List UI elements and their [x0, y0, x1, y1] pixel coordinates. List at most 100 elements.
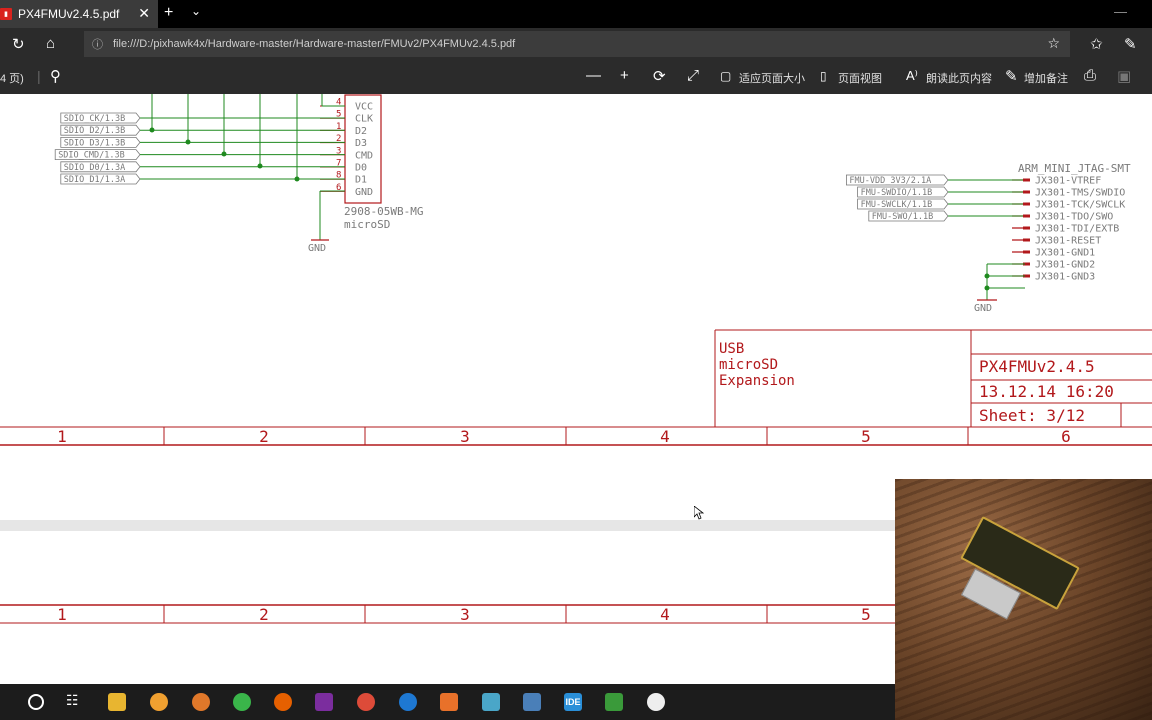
pin-name: CMD [355, 150, 373, 161]
add-notes-button[interactable]: 增加备注 [1024, 70, 1068, 86]
refresh-icon[interactable]: ↻ [12, 35, 25, 53]
signal-label: SDIO_D3/1.3B [64, 138, 125, 148]
page-view-button[interactable]: 页面视图 [838, 70, 882, 86]
ship-app-icon[interactable] [482, 693, 500, 711]
zoom-out-icon[interactable]: — [586, 67, 601, 84]
frame-top [0, 426, 1152, 446]
search-app-icon[interactable] [192, 693, 210, 711]
frame-number: 2 [259, 427, 269, 446]
pin-name: D1 [355, 175, 367, 186]
pin-name: D0 [355, 163, 367, 174]
signal-label: SDIO_D0/1.3A [64, 163, 125, 173]
project-date: 13.12.14 16:20 [979, 382, 1114, 401]
jtag-pin-name: JX301-RESET [1035, 236, 1101, 247]
frame-number: 3 [460, 427, 470, 446]
url-text: file:///D:/pixhawk4x/Hardware-master/Har… [113, 38, 516, 50]
mouse-cursor-icon [694, 506, 704, 520]
pdf-icon: ▮ [0, 8, 12, 20]
jtag-pins: JX301-VTREFJX301-TMS/SWDIOJX301-TCK/SWCL… [1012, 176, 1125, 283]
zoom-in-icon[interactable]: + [620, 67, 629, 84]
obs-icon[interactable] [647, 693, 665, 711]
frame-number: 1 [57, 427, 67, 446]
close-icon[interactable]: ✕ [138, 5, 150, 22]
frame-number: 5 [861, 605, 871, 624]
part-name: microSD [344, 218, 390, 231]
print-icon[interactable]: ⎙ [1084, 67, 1096, 84]
signal-label: SDIO_D2/1.3B [64, 126, 125, 136]
cortana-icon[interactable] [28, 694, 44, 710]
gnd-label: GND [308, 243, 326, 254]
media-player-icon[interactable] [150, 693, 168, 711]
frame-number: 6 [1061, 427, 1071, 446]
file-explorer-icon[interactable] [108, 693, 126, 711]
jtag-pin-name: JX301-TDI/EXTB [1035, 224, 1119, 235]
pen-icon[interactable]: ✎ [1124, 35, 1137, 53]
jtag-pin-name: JX301-TCK/SWCLK [1035, 200, 1125, 211]
favorite-star-icon[interactable]: ☆ [1047, 35, 1060, 52]
jtag-pin-name: JX301-TMS/SWDIO [1035, 188, 1125, 199]
edge-icon[interactable] [399, 693, 417, 711]
tab-pdf[interactable]: ▮ PX4FMUv2.4.5.pdf ✕ [0, 0, 158, 28]
address-bar-row: ↻ ⌂ ⓘ file:///D:/pixhawk4x/Hardware-mast… [0, 28, 1152, 60]
sheet-number: Sheet: 3/12 [979, 406, 1085, 425]
task-view-icon[interactable]: ☷ [66, 692, 84, 710]
home-icon[interactable]: ⌂ [46, 35, 55, 52]
sd-signal-labels: SDIO_CK/1.3B SDIO_D2/1.3B SDIO_D3/1.3B SDIO… [54, 112, 345, 185]
save-icon[interactable]: ▣ [1117, 67, 1131, 85]
jtag-pin-name: JX301-TDO/SWO [1035, 212, 1113, 223]
fullscreen-icon[interactable]: ⤢ [687, 67, 699, 84]
jtag-pin-name: JX301-GND1 [1035, 248, 1095, 259]
onenote-icon[interactable] [315, 693, 333, 711]
title-desc-2: microSD [719, 357, 778, 373]
frame-number: 3 [460, 605, 470, 624]
divider: | [37, 68, 41, 84]
info-icon[interactable]: ⓘ [92, 36, 103, 52]
minimize-button[interactable]: — [1114, 4, 1127, 19]
frame-bottom-numbers: 1 2 3 4 5 [57, 605, 871, 624]
jtag-pin-marker [1023, 202, 1030, 206]
chrome-icon[interactable] [357, 693, 375, 711]
fit-page-button[interactable]: 适应页面大小 [739, 70, 805, 86]
paint-app-icon[interactable] [605, 693, 623, 711]
app-e-icon[interactable] [440, 693, 458, 711]
frame-number: 4 [660, 427, 670, 446]
jtag-pin-marker [1023, 178, 1030, 182]
pin-name: CLK [355, 114, 373, 125]
pin-name: D2 [355, 126, 367, 137]
search-icon[interactable]: ⚲ [50, 67, 61, 85]
jtag-signal-label: FMU-SWO/1.1B [872, 212, 933, 222]
jtag-pin-marker [1023, 226, 1030, 230]
favorites-icon[interactable]: ✩ [1090, 35, 1103, 53]
frame-number: 4 [660, 605, 670, 624]
frame-top-numbers: 1 2 3 4 5 6 [57, 427, 1071, 446]
jtag-title: ARM_MINI_JTAG-SMT [1018, 162, 1131, 175]
app-window-icon[interactable] [523, 693, 541, 711]
read-aloud-icon: A⁾ [906, 68, 918, 83]
pin-name: D3 [355, 138, 367, 149]
firefox-icon[interactable] [274, 693, 292, 711]
ide-icon[interactable]: IDE [564, 693, 582, 711]
new-tab-icon[interactable]: + [164, 4, 173, 22]
signal-label: SDIO_D1/1.3A [64, 175, 125, 185]
project-name: PX4FMUv2.4.5 [979, 357, 1095, 376]
jtag-pin-name: JX301-GND2 [1035, 260, 1095, 271]
jtag-pin-marker [1023, 250, 1030, 254]
jtag-pin-name: JX301-VTREF [1035, 176, 1101, 187]
title-desc-1: USB [719, 341, 744, 357]
rotate-icon[interactable]: ⟳ [653, 67, 666, 85]
part-number: 2908-05WB-MG [344, 205, 423, 218]
jtag-gnd-label: GND [974, 303, 992, 314]
signal-label: SDIO_CK/1.3B [64, 114, 125, 124]
url-field[interactable]: ⓘ file:///D:/pixhawk4x/Hardware-master/H… [84, 31, 1070, 57]
read-aloud-button[interactable]: 朗读此页内容 [926, 70, 992, 86]
jtag-gnd-wire [986, 263, 1025, 300]
wechat-icon[interactable] [233, 693, 251, 711]
page-count: 4 页) [0, 73, 24, 85]
microsd-pins: 4 VCC5 CLK1 D22 D33 CMD7 D08 D16 GND [320, 98, 373, 198]
chevron-down-icon[interactable]: ⌄ [191, 4, 201, 18]
browser-tab-bar: ▮ PX4FMUv2.4.5.pdf ✕ + ⌄ — [0, 0, 1152, 28]
frame-number: 2 [259, 605, 269, 624]
jtag-pin-name: JX301-GND3 [1035, 272, 1095, 283]
frame-bottom [0, 604, 895, 624]
title-desc-3: Expansion [719, 373, 795, 389]
